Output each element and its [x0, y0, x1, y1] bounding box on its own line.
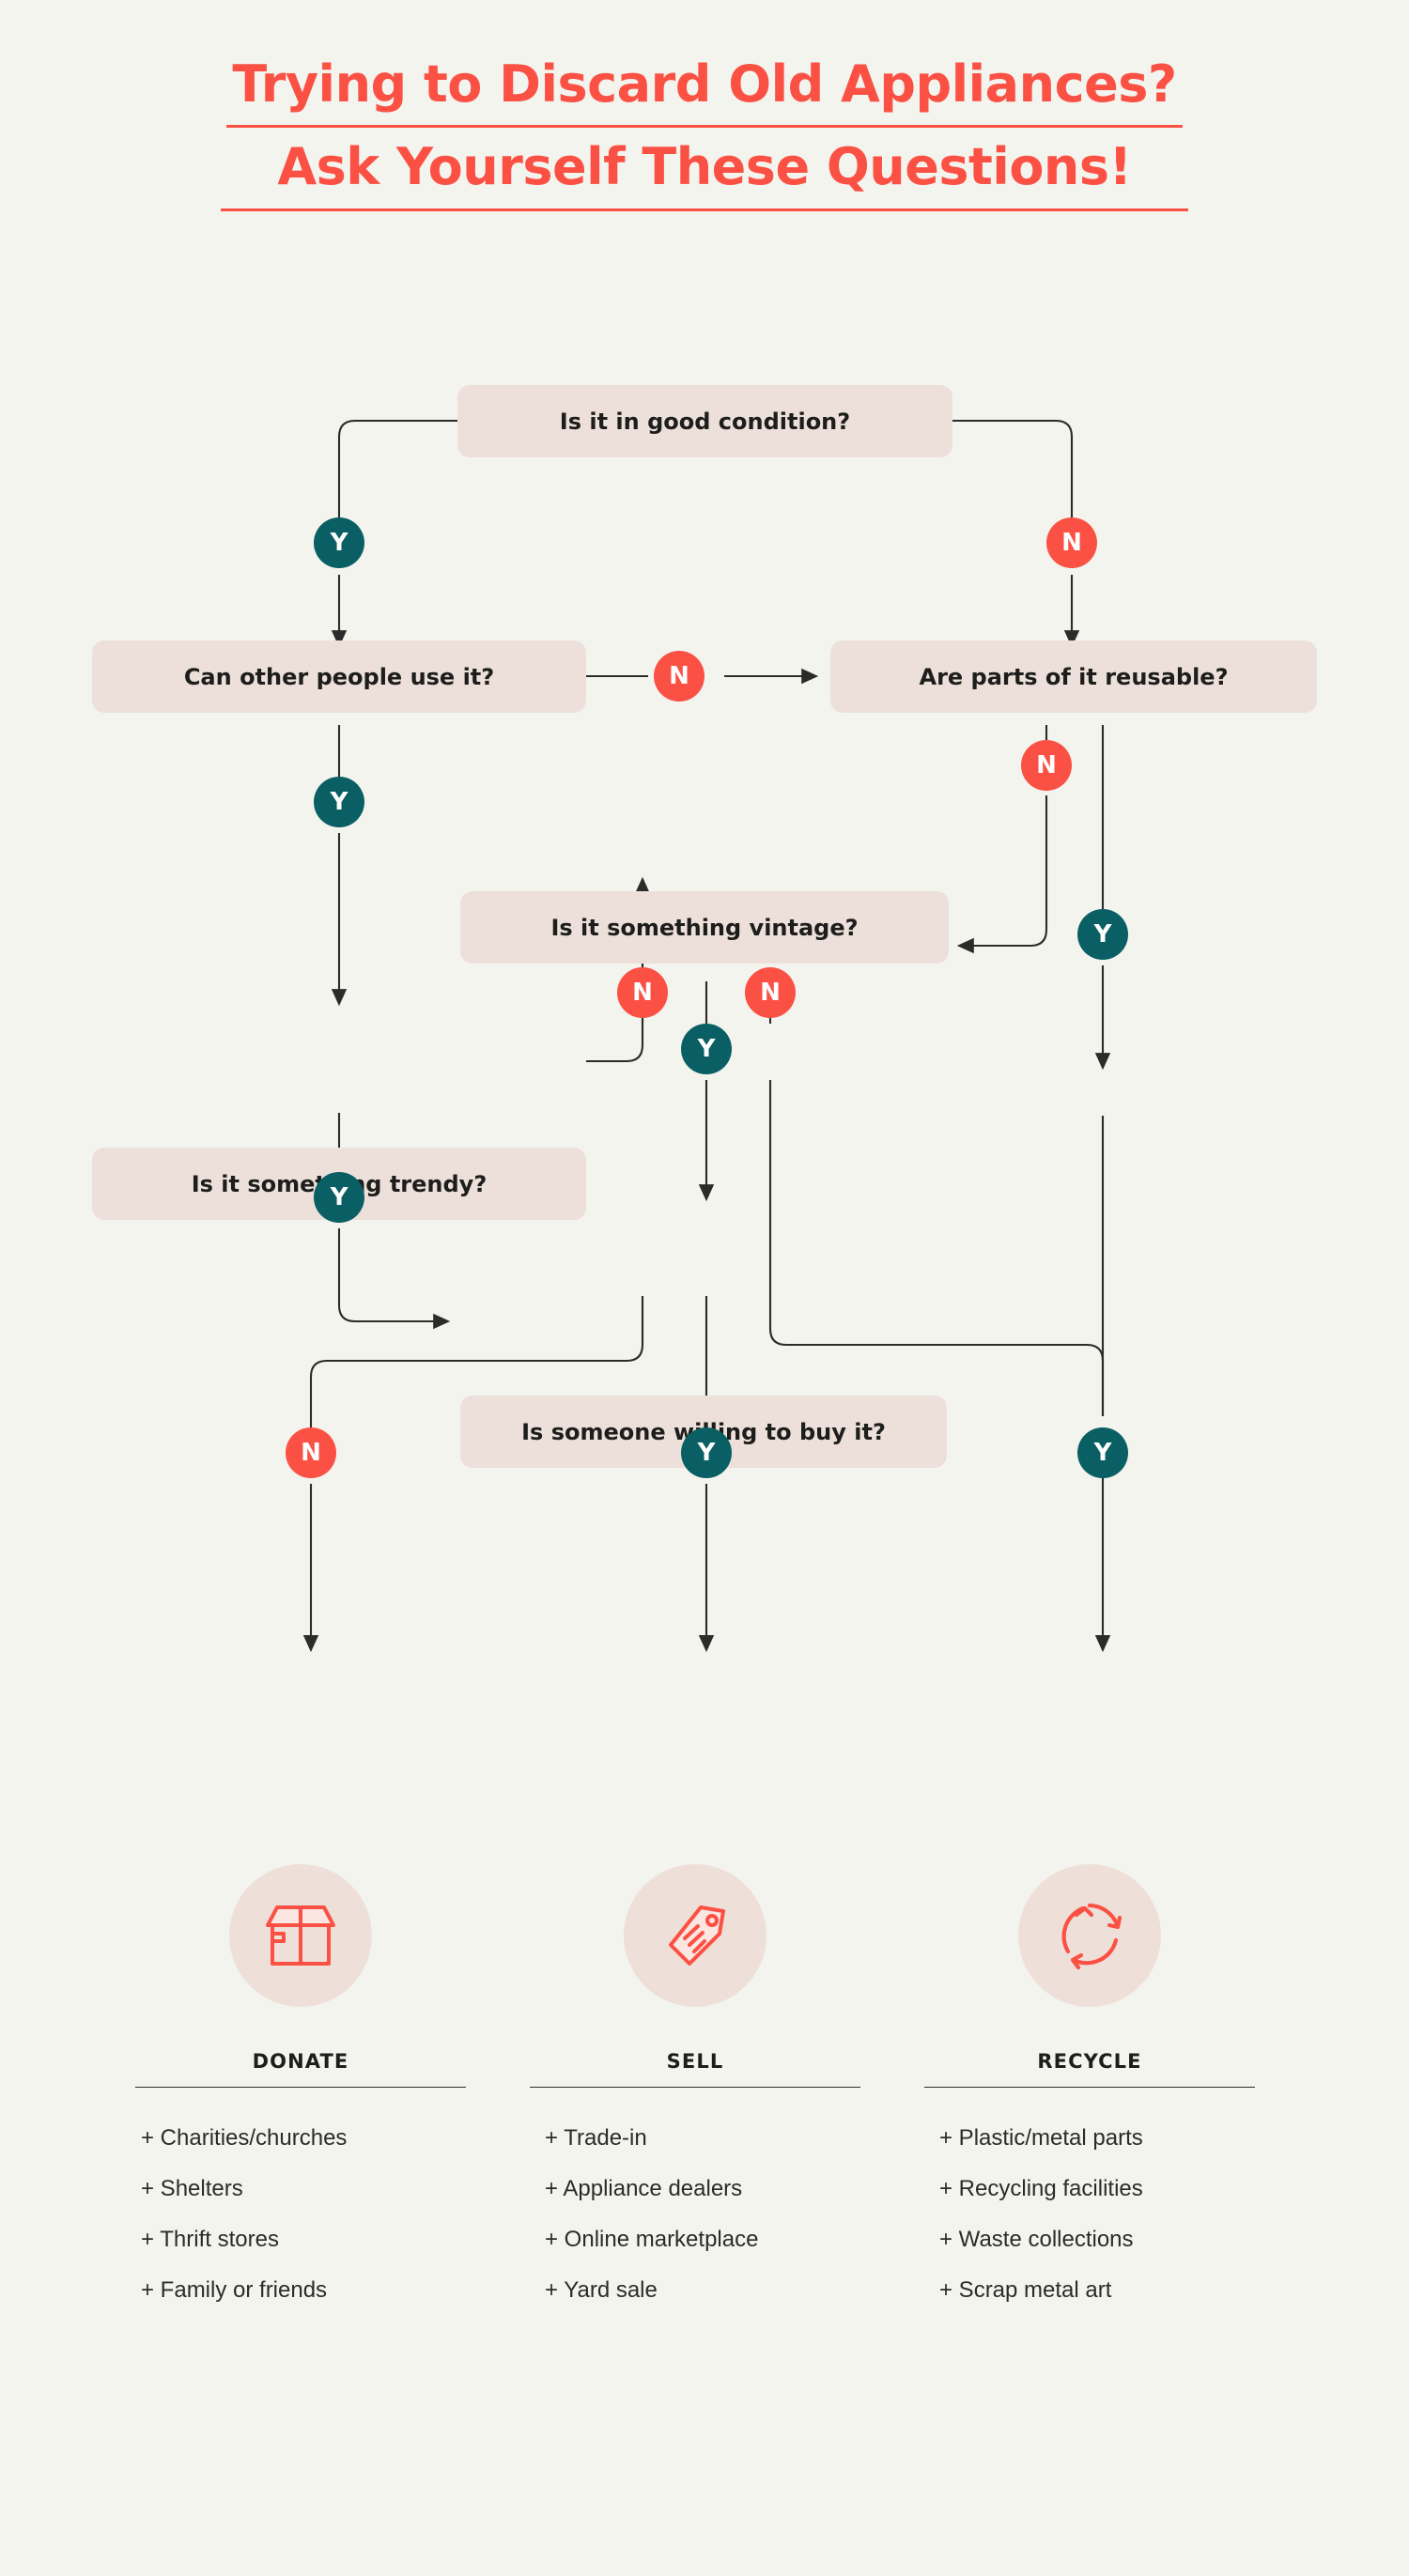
flow-badge-no-willing-buy: N [286, 1427, 336, 1478]
outcome-column-donate: DONATE + Charities/churches + Shelters +… [103, 1864, 498, 2330]
flow-badge-no-vintage-right: N [745, 967, 796, 1018]
badge-label: Y [330, 529, 348, 557]
open-box-icon [229, 1864, 372, 2007]
recycle-arrows-icon [1018, 1864, 1161, 2007]
flow-badge-no-parts-reusable: N [1021, 740, 1072, 791]
flow-badge-no-vintage-left: N [617, 967, 668, 1018]
flow-badge-yes-vintage: Y [681, 1024, 732, 1074]
outcome-divider [135, 2087, 466, 2088]
flow-node-condition[interactable]: Is it in good condition? [457, 385, 952, 457]
list-item: + Waste collections [939, 2227, 1134, 2252]
list-item: + Appliance dealers [545, 2176, 743, 2201]
outcome-label: DONATE [252, 2050, 349, 2073]
flow-node-vintage[interactable]: Is it something vintage? [460, 891, 949, 964]
flowchart-connectors [302, 419, 1111, 1653]
outcome-label: RECYCLE [1037, 2050, 1142, 2073]
badge-label: N [301, 1439, 321, 1467]
flowchart: Is it in good condition? Can other peopl… [0, 366, 1409, 1841]
list-item: + Charities/churches [141, 2125, 348, 2151]
flow-node-label: Is it in good condition? [559, 408, 851, 435]
flow-node-others-use[interactable]: Can other people use it? [92, 640, 586, 713]
badge-label: Y [330, 1183, 348, 1211]
outcome-label: SELL [666, 2050, 724, 2073]
badge-label: Y [697, 1035, 716, 1063]
badge-label: Y [1093, 1439, 1112, 1467]
page-title-line-1: Trying to Discard Old Appliances? [232, 54, 1177, 114]
flow-badge-yes-recycle: Y [1077, 1427, 1128, 1478]
page-header: Trying to Discard Old Appliances? Ask Yo… [0, 0, 1409, 212]
title-line-2-wrapper: Ask Yourself These Questions! [221, 128, 1188, 212]
badge-label: N [669, 662, 689, 690]
outcome-divider [530, 2087, 860, 2088]
outcome-column-sell: SELL + Trade-in + Appliance dealers + On… [498, 1864, 892, 2330]
flow-node-label: Is it something vintage? [550, 914, 859, 941]
flow-badge-yes-trendy: Y [314, 1172, 364, 1223]
flow-node-label: Can other people use it? [183, 663, 495, 690]
flow-node-label: Are parts of it reusable? [919, 663, 1229, 690]
list-item: + Thrift stores [141, 2227, 279, 2252]
outcome-list: + Trade-in + Appliance dealers + Online … [498, 2127, 892, 2302]
flow-node-parts-reusable[interactable]: Are parts of it reusable? [830, 640, 1317, 713]
outcome-divider [924, 2087, 1255, 2088]
badge-label: Y [1093, 920, 1112, 949]
page-title-line-2: Ask Yourself These Questions! [277, 136, 1132, 196]
list-item: + Scrap metal art [939, 2277, 1112, 2303]
outcome-list: + Charities/churches + Shelters + Thrift… [103, 2127, 498, 2302]
badge-label: Y [330, 788, 348, 816]
list-item: + Recycling facilities [939, 2176, 1143, 2201]
flow-badge-no-others-use: N [654, 651, 704, 702]
list-item: + Online marketplace [545, 2227, 759, 2252]
outcome-column-recycle: RECYCLE + Plastic/metal parts + Recyclin… [892, 1864, 1287, 2330]
badge-label: N [1061, 529, 1082, 557]
badge-label: N [760, 979, 781, 1007]
price-tag-icon [624, 1864, 766, 2007]
list-item: + Family or friends [141, 2277, 328, 2303]
flow-badge-no-condition: N [1046, 517, 1097, 568]
list-item: + Plastic/metal parts [939, 2125, 1143, 2151]
badge-label: Y [697, 1439, 716, 1467]
title-line-1-wrapper: Trying to Discard Old Appliances? [226, 54, 1183, 128]
outcome-list: + Plastic/metal parts + Recycling facili… [892, 2127, 1287, 2302]
list-item: + Trade-in [545, 2125, 647, 2151]
list-item: + Shelters [141, 2176, 243, 2201]
badge-label: N [1036, 751, 1057, 779]
flow-badge-yes-condition: Y [314, 517, 364, 568]
badge-label: N [632, 979, 653, 1007]
list-item: + Yard sale [545, 2277, 658, 2303]
flow-badge-yes-willing-buy: Y [681, 1427, 732, 1478]
flow-badge-yes-parts-reusable: Y [1077, 909, 1128, 960]
flow-badge-yes-others-use: Y [314, 777, 364, 827]
